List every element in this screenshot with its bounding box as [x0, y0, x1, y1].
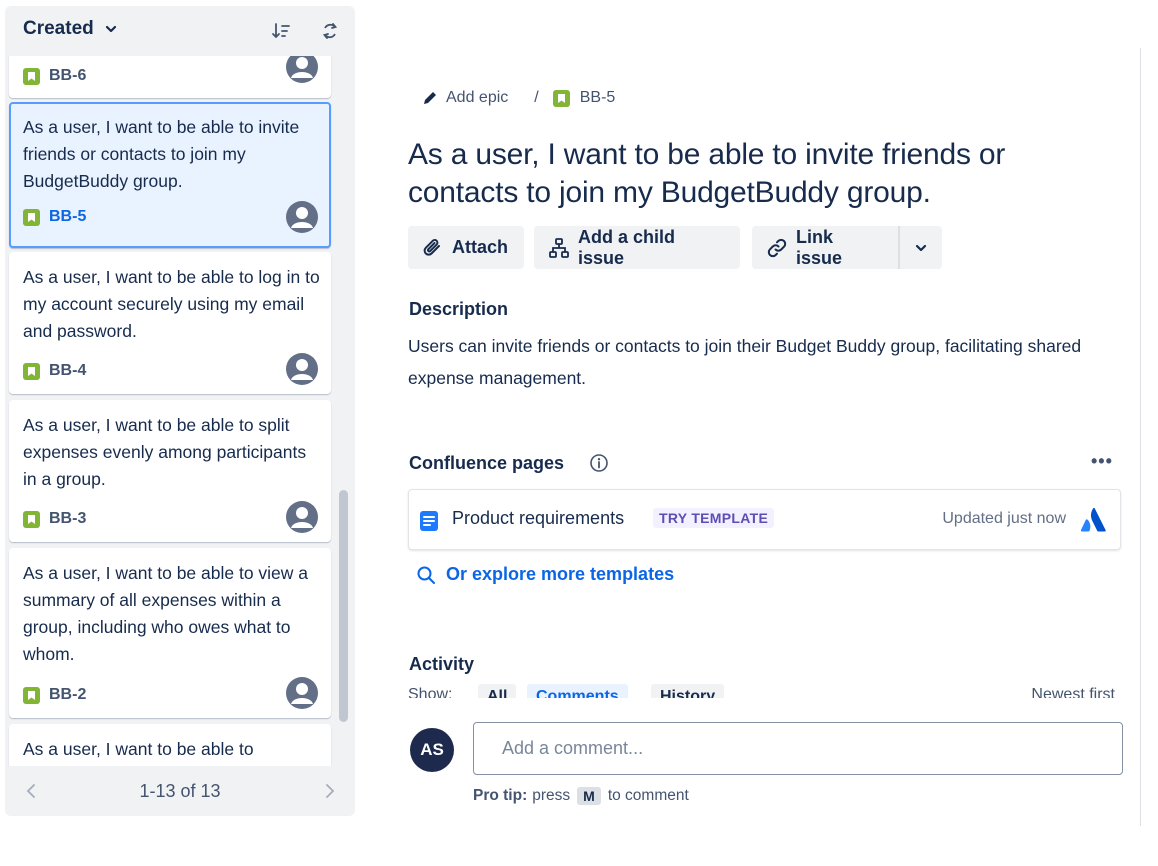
unassigned-avatar-icon: [286, 501, 318, 533]
more-actions-dropdown[interactable]: [898, 226, 942, 269]
story-icon: [552, 89, 570, 107]
child-issue-icon: [549, 237, 569, 258]
info-icon[interactable]: [589, 453, 609, 473]
confluence-page-title: Product requirements: [452, 508, 625, 528]
add-child-issue-button[interactable]: Add a child issue: [534, 226, 740, 269]
issue-list-panel: Created BB-6 As a user, I want to be abl…: [5, 6, 355, 816]
link-icon: [767, 238, 787, 257]
issue-card[interactable]: As a user, I want to be able to view a s…: [9, 548, 331, 718]
story-icon: [23, 362, 40, 380]
issue-key: BB-4: [23, 362, 86, 380]
pro-tip-text-before: press: [532, 787, 571, 804]
breadcrumb-separator: /: [534, 89, 539, 106]
issue-key: BB-2: [23, 686, 86, 704]
add-epic-link[interactable]: Add epic: [422, 89, 508, 107]
activity-show-label: Show:: [408, 686, 453, 698]
activity-filter-all[interactable]: All: [478, 684, 517, 698]
story-icon: [23, 510, 40, 528]
comment-input[interactable]: [473, 722, 1123, 775]
issue-list-scrollbar[interactable]: [339, 490, 348, 722]
issue-summary: As a user, I want to be able to: [23, 739, 254, 759]
pro-tip: Pro tip: press M to comment: [473, 787, 689, 805]
issue-summary: As a user, I want to be able to log in t…: [23, 267, 320, 341]
issue-title[interactable]: As a user, I want to be able to invite f…: [408, 136, 1088, 212]
issue-card[interactable]: As a user, I want to be able to log in t…: [9, 252, 331, 394]
chevron-down-icon: [915, 244, 927, 251]
search-icon: [417, 566, 435, 584]
activity-filter-comments[interactable]: Comments: [527, 684, 628, 698]
sort-by-label: Created: [23, 18, 94, 39]
issue-key: BB-3: [23, 510, 86, 528]
breadcrumb: Add epic / BB-5: [422, 89, 615, 107]
link-issue-button[interactable]: Link issue: [752, 226, 898, 269]
issue-key: BB-6: [23, 67, 86, 85]
unassigned-avatar-icon: [286, 56, 318, 83]
confluence-heading: Confluence pages: [409, 453, 565, 473]
updated-timestamp: Updated just now: [942, 510, 1066, 527]
pro-tip-label: Pro tip:: [473, 787, 528, 804]
pagination-count: 1-13 of 13: [139, 780, 221, 801]
keyboard-shortcut-key: M: [577, 787, 601, 805]
pencil-icon: [424, 92, 436, 104]
explore-templates-link[interactable]: Or explore more templates: [416, 564, 674, 585]
pagination: 1-13 of 13: [5, 766, 355, 816]
activity-heading: Activity: [409, 654, 475, 674]
prev-page-icon[interactable]: [21, 781, 41, 801]
issue-key: BB-5: [23, 208, 86, 226]
atlassian-logo-icon: [1080, 507, 1106, 532]
issue-list-header: Created: [5, 6, 355, 56]
activity-filter-history[interactable]: History: [651, 684, 725, 698]
unassigned-avatar-icon: [286, 353, 318, 385]
issue-summary: As a user, I want to be able to split ex…: [23, 415, 307, 489]
document-icon: [420, 511, 438, 531]
user-avatar: AS: [410, 728, 454, 772]
issue-summary: As a user, I want to be able to invite f…: [23, 117, 300, 191]
issue-list: BB-6 As a user, I want to be able to inv…: [5, 56, 355, 766]
breadcrumb-issue-link[interactable]: BB-5: [552, 89, 615, 107]
issue-card[interactable]: As a user, I want to be able to: [9, 724, 331, 766]
issue-card[interactable]: BB-6: [9, 56, 331, 98]
confluence-more-icon[interactable]: •••: [1091, 451, 1113, 472]
story-icon: [23, 686, 40, 704]
issue-card-selected[interactable]: As a user, I want to be able to invite f…: [9, 102, 331, 248]
story-icon: [23, 67, 40, 85]
activity-sort-toggle[interactable]: Newest first: [1031, 686, 1115, 698]
unassigned-avatar-icon: [286, 677, 318, 709]
paperclip-icon: [423, 238, 440, 256]
activity-filter-bar: Show: All Comments History Newest first: [408, 684, 1121, 698]
sort-order-icon[interactable]: [270, 20, 292, 42]
unassigned-avatar-icon: [286, 201, 318, 233]
pro-tip-text-after: to comment: [607, 787, 689, 804]
confluence-page-row[interactable]: Product requirements TRY TEMPLATE Update…: [408, 489, 1121, 550]
panel-divider: [1140, 48, 1141, 826]
description-heading: Description: [409, 299, 509, 319]
chevron-down-icon: [105, 25, 116, 33]
attach-button[interactable]: Attach: [408, 226, 524, 269]
issue-card[interactable]: As a user, I want to be able to split ex…: [9, 400, 331, 542]
sort-by-dropdown[interactable]: Created: [23, 18, 118, 40]
story-icon: [23, 208, 40, 226]
next-page-icon[interactable]: [320, 781, 340, 801]
refresh-icon[interactable]: [319, 20, 341, 42]
description-text[interactable]: Users can invite friends or contacts to …: [408, 330, 1108, 394]
issue-summary: As a user, I want to be able to view a s…: [23, 563, 309, 664]
try-template-badge[interactable]: TRY TEMPLATE: [653, 508, 775, 528]
